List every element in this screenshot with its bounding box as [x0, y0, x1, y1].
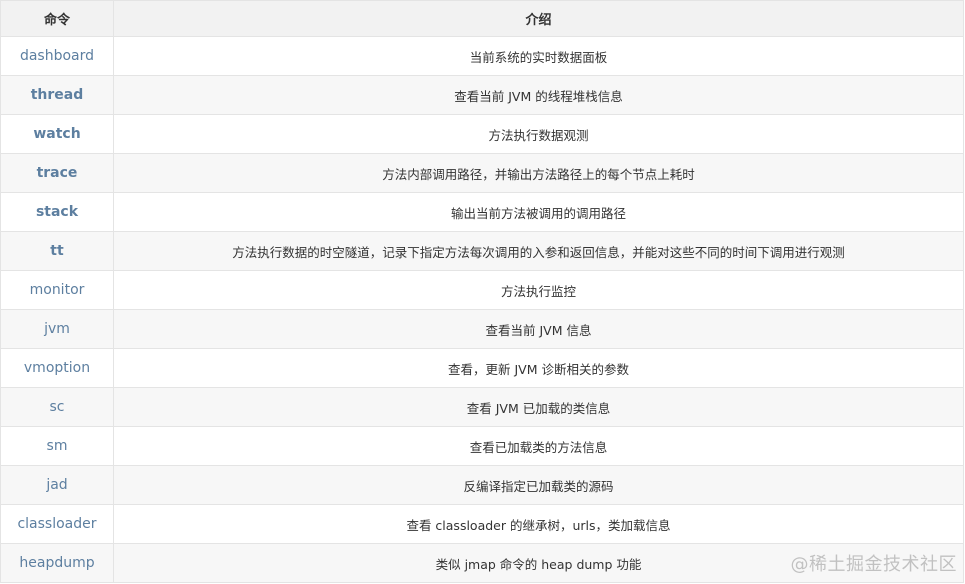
description-cell: 当前系统的实时数据面板 [113, 36, 964, 76]
command-cell: tt [0, 231, 114, 271]
command-cell: trace [0, 153, 114, 193]
table-row: thread 查看当前 JVM 的线程堆栈信息 [0, 75, 964, 115]
command-cell: sm [0, 426, 114, 466]
table-row: sm 查看已加载类的方法信息 [0, 426, 964, 466]
table-row: watch 方法执行数据观测 [0, 114, 964, 154]
description-cell: 查看当前 JVM 信息 [113, 309, 964, 349]
command-table: 命令 介绍 dashboard 当前系统的实时数据面板 thread 查看当前 JVM… [0, 0, 964, 583]
table-row: dashboard 当前系统的实时数据面板 [0, 36, 964, 76]
command-cell: jvm [0, 309, 114, 349]
description-cell: 输出当前方法被调用的调用路径 [113, 192, 964, 232]
description-cell: 查看，更新 JVM 诊断相关的参数 [113, 348, 964, 388]
table-body: dashboard 当前系统的实时数据面板 thread 查看当前 JVM 的线程堆栈… [0, 36, 964, 583]
table-row: stack 输出当前方法被调用的调用路径 [0, 192, 964, 232]
table-header: 命令 介绍 [0, 0, 964, 37]
command-table-container: 命令 介绍 dashboard 当前系统的实时数据面板 thread 查看当前 JVM… [0, 0, 964, 583]
command-cell: dashboard [0, 36, 114, 76]
description-cell: 查看已加载类的方法信息 [113, 426, 964, 466]
description-cell: 查看 classloader 的继承树，urls，类加载信息 [113, 504, 964, 544]
command-cell: watch [0, 114, 114, 154]
description-cell: 反编译指定已加载类的源码 [113, 465, 964, 505]
description-cell: 查看当前 JVM 的线程堆栈信息 [113, 75, 964, 115]
description-cell: 查看 JVM 已加载的类信息 [113, 387, 964, 427]
watermark: @稀土掘金技术社区 [790, 554, 957, 575]
table-row: jad 反编译指定已加载类的源码 [0, 465, 964, 505]
command-cell: jad [0, 465, 114, 505]
command-cell: classloader [0, 504, 114, 544]
table-row: classloader 查看 classloader 的继承树，urls，类加载信… [0, 504, 964, 544]
table-row: monitor 方法执行监控 [0, 270, 964, 310]
command-cell: vmoption [0, 348, 114, 388]
table-row: tt 方法执行数据的时空隧道，记录下指定方法每次调用的入参和返回信息，并能对这些不… [0, 231, 964, 271]
table-row: trace 方法内部调用路径，并输出方法路径上的每个节点上耗时 [0, 153, 964, 193]
description-cell: 方法执行数据观测 [113, 114, 964, 154]
command-cell: monitor [0, 270, 114, 310]
command-cell: sc [0, 387, 114, 427]
header-description: 介绍 [113, 0, 964, 37]
table-row: vmoption 查看，更新 JVM 诊断相关的参数 [0, 348, 964, 388]
table-row: jvm 查看当前 JVM 信息 [0, 309, 964, 349]
command-cell: thread [0, 75, 114, 115]
description-cell: 方法执行监控 [113, 270, 964, 310]
header-command: 命令 [0, 0, 114, 37]
command-cell: stack [0, 192, 114, 232]
description-cell: 方法执行数据的时空隧道，记录下指定方法每次调用的入参和返回信息，并能对这些不同的… [113, 231, 964, 271]
description-cell: 方法内部调用路径，并输出方法路径上的每个节点上耗时 [113, 153, 964, 193]
table-row: sc 查看 JVM 已加载的类信息 [0, 387, 964, 427]
header-row: 命令 介绍 [0, 0, 964, 37]
command-cell: heapdump [0, 543, 114, 583]
